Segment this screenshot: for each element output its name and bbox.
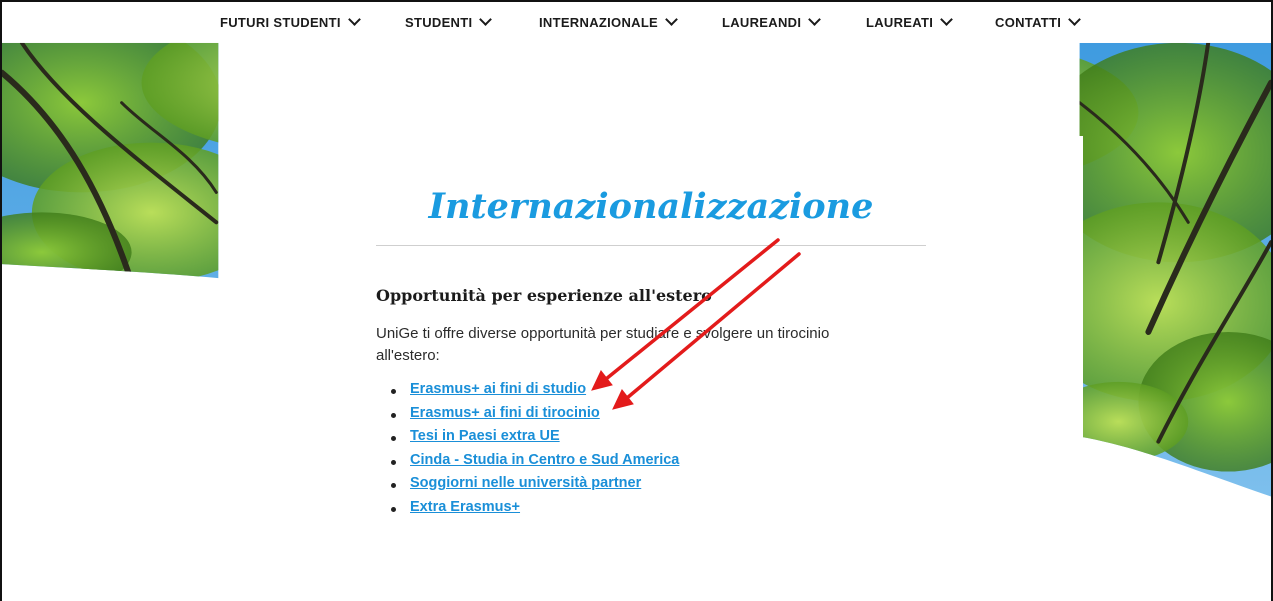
list-item: Extra Erasmus+ [391,499,679,523]
nav-label: STUDENTI [405,14,473,30]
link-erasmus-tirocinio[interactable]: Erasmus+ ai fini di tirocinio [410,405,600,421]
chevron-down-icon [1068,13,1082,26]
list-item: Erasmus+ ai fini di tirocinio [391,405,679,429]
title-divider [376,245,926,246]
nav-laureandi[interactable]: LAUREANDI [722,2,822,42]
browser-viewport: FUTURI STUDENTI STUDENTI INTERNAZIONALE … [0,0,1273,601]
nav-futuri-studenti[interactable]: FUTURI STUDENTI [220,2,361,42]
chevron-down-icon [808,13,822,26]
content-card: Internazionalizzazione Opportunità per e… [219,136,1083,601]
list-item: Tesi in Paesi extra UE [391,428,679,452]
main-navigation: FUTURI STUDENTI STUDENTI INTERNAZIONALE … [2,2,1271,42]
nav-label: INTERNAZIONALE [539,14,659,30]
link-erasmus-studio[interactable]: Erasmus+ ai fini di studio [410,381,586,397]
nav-label: LAUREATI [866,14,934,30]
nav-internazionale[interactable]: INTERNAZIONALE [539,2,678,42]
nav-studenti[interactable]: STUDENTI [405,2,493,42]
list-item: Erasmus+ ai fini di studio [391,381,679,405]
chevron-down-icon [940,13,954,26]
list-item: Soggiorni nelle università partner [391,475,679,499]
opportunity-links: Erasmus+ ai fini di studio Erasmus+ ai f… [391,381,679,523]
link-extra-erasmus[interactable]: Extra Erasmus+ [410,499,520,515]
chevron-down-icon [665,13,678,26]
chevron-down-icon [479,13,493,26]
list-item: Cinda - Studia in Centro e Sud America [391,452,679,476]
link-cinda[interactable]: Cinda - Studia in Centro e Sud America [410,452,679,468]
nav-laureati[interactable]: LAUREATI [866,2,954,42]
section-heading: Opportunità per esperienze all'estero [376,286,712,305]
nav-contatti[interactable]: CONTATTI [995,2,1082,42]
page-title: Internazionalizzazione [428,186,874,227]
nav-label: CONTATTI [995,14,1062,30]
nav-label: FUTURI STUDENTI [220,14,341,30]
link-soggiorni-partner[interactable]: Soggiorni nelle università partner [410,475,641,491]
nav-label: LAUREANDI [722,14,802,30]
intro-text: UniGe ti offre diverse opportunità per s… [376,325,830,364]
chevron-down-icon [347,13,361,26]
link-tesi-extra-ue[interactable]: Tesi in Paesi extra UE [410,428,560,444]
